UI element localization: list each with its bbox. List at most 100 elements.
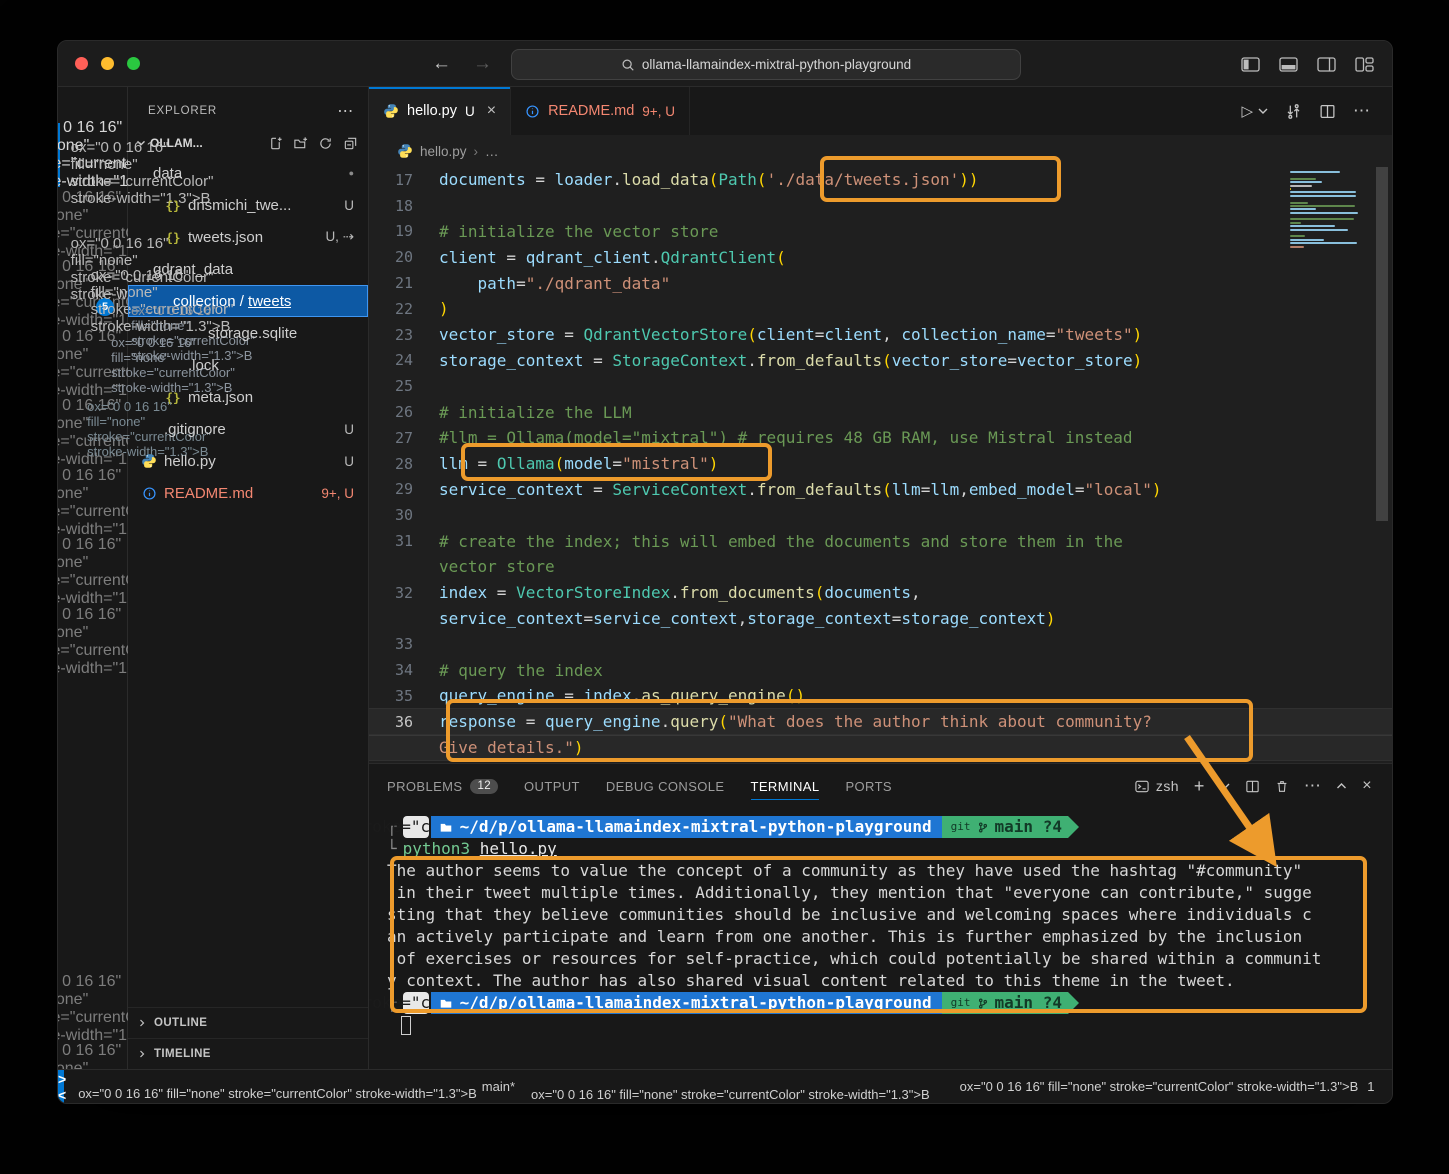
code-line-36[interactable]: 36response = query_engine.query("What do… [369,709,1392,735]
editor-scrollbar[interactable] [1374,167,1390,763]
code-line-23[interactable]: 23vector_store = QdrantVectorStore(clien… [369,322,1392,348]
panel-tab-debug-console[interactable]: DEBUG CONSOLE [606,764,725,808]
breadcrumb[interactable]: hello.py › … [369,135,1392,167]
code-text: path="./qdrant_data" [439,274,1392,293]
panel-tab-output[interactable]: OUTPUT [524,764,580,808]
close-window-button[interactable] [75,57,88,70]
window-controls[interactable] [75,57,140,70]
new-file-icon[interactable] [268,136,283,151]
code-line-21[interactable]: 21 path="./qdrant_data" [369,270,1392,296]
code-line-28[interactable]: 28llm = Ollama(model="mistral") [369,451,1392,477]
tree-item-hello-py[interactable]: hello.pyU [128,445,368,477]
sidebar-section-outline[interactable]: OUTLINE [128,1007,368,1038]
navigate-back-icon[interactable]: ← [432,53,451,75]
code-line-33[interactable]: 33 [369,631,1392,657]
navigate-forward-icon[interactable]: → [473,53,492,75]
code-line-26[interactable]: 26# initialize the LLM [369,399,1392,425]
code-line-31[interactable]: 31# create the index; this will embed th… [369,528,1392,554]
code-line-20[interactable]: 20client = qdrant_client.QdrantClient( [369,244,1392,270]
code-line-wrap[interactable]: Give details.") [369,735,1392,761]
toggle-secondary-sidebar-icon[interactable] [1317,57,1336,72]
split-terminal-icon[interactable] [1245,779,1260,794]
panel-tab-terminal[interactable]: TERMINAL [751,764,820,808]
terminal-cursor[interactable] [401,1016,411,1035]
new-terminal-icon[interactable]: + [1194,776,1205,797]
explorer-more-icon[interactable]: ⋯ [337,101,354,121]
command-center-search[interactable]: ollama-llamaindex-mixtral-python-playgro… [511,49,1021,80]
terminal-cursor-row[interactable] [387,1014,1392,1036]
tab-readme-md[interactable]: README.md9+, U [511,87,690,135]
line-number: 35 [369,687,439,705]
explorer-actions [268,136,358,151]
status-problems[interactable]: ox="0 0 16 16" fill="none" stroke="curre… [946,1079,1393,1094]
close-tab-icon[interactable]: × [487,102,496,120]
panel-tab-ports[interactable]: PORTS [845,764,892,808]
tree-item-dnsmichi-twe-[interactable]: {}dnsmichi_twe...U [128,189,368,221]
breadcrumb-file[interactable]: hello.py [420,144,467,159]
close-panel-icon[interactable]: × [1362,777,1372,795]
split-editor-icon[interactable] [1319,103,1336,120]
panel-actions: zsh + ⋯ × [1134,776,1392,797]
code-line-22[interactable]: 22) [369,296,1392,322]
activity-account[interactable]: ox="0 0 16 16" fill="none" stroke="curre… [58,977,128,1041]
sidebar-section-timeline[interactable]: TIMELINE [128,1038,368,1069]
code-line-30[interactable]: 30 [369,502,1392,528]
activity-gitlab[interactable]: ox="0 0 16 16" fill="none" stroke="curre… [58,540,128,604]
minimap[interactable] [1290,171,1370,249]
status-branch[interactable]: ox="0 0 16 16" fill="none" stroke="curre… [78,1072,515,1101]
code-line-wrap[interactable]: service_context=service_context,storage_… [369,606,1392,632]
zoom-window-button[interactable] [127,57,140,70]
warning-icon: ox="0 0 16 16" fill="none" stroke="curre… [1389,1079,1394,1094]
git-status-badge: U [344,454,354,469]
toggle-panel-icon[interactable] [1279,57,1298,72]
code-text: vector store [439,557,1392,576]
chevron-down-icon[interactable] [1220,782,1230,790]
python-icon [140,453,158,469]
panel-tab-problems[interactable]: PROBLEMS12 [387,764,498,808]
info-icon [525,104,540,119]
toggle-sidebar-icon[interactable] [1241,57,1260,72]
tree-item-data[interactable]: ox="0 0 16 16" fill="none" stroke="curre… [128,157,368,189]
status-sync[interactable]: ox="0 0 16 16" fill="none" stroke="curre… [531,1072,930,1102]
refresh-icon[interactable] [318,136,333,151]
customize-layout-icon[interactable] [1355,57,1374,72]
terminal-shell-chip[interactable]: zsh [1134,778,1179,794]
activity-testing[interactable]: ox="0 0 16 16" fill="none" stroke="curre… [58,471,128,535]
tree-item--lock[interactable]: ox="0 0 16 16" fill="none" stroke="curre… [128,349,368,381]
minimize-window-button[interactable] [101,57,114,70]
tree-item-readme-md[interactable]: README.md9+, U [128,477,368,509]
code-line-29[interactable]: 29service_context = ServiceContext.from_… [369,477,1392,503]
maximize-panel-icon[interactable] [1336,782,1347,790]
kill-terminal-icon[interactable] [1275,779,1289,794]
git-status-badge: 9+, U [321,486,354,501]
new-folder-icon[interactable] [293,136,308,151]
code-editor[interactable]: 17documents = loader.load_data(Path('./d… [369,167,1392,763]
tree-item--gitignore[interactable]: ox="0 0 16 16" fill="none" stroke="curre… [128,413,368,445]
panel-more-icon[interactable]: ⋯ [1304,776,1321,796]
code-line-34[interactable]: 34# query the index [369,657,1392,683]
code-line-25[interactable]: 25 [369,373,1392,399]
terminal-output-line: an actively participate and learn from o… [387,926,1392,948]
code-line-17[interactable]: 17documents = loader.load_data(Path('./d… [369,167,1392,193]
tab-dirty-badge: U [465,104,475,119]
open-changes-icon[interactable] [1285,103,1302,120]
code-line-19[interactable]: 19# initialize the vector store [369,219,1392,245]
code-line-32[interactable]: 32index = VectorStoreIndex.from_document… [369,580,1392,606]
python-icon [383,103,399,119]
python-icon [397,143,413,159]
collapse-all-icon[interactable] [343,136,358,151]
line-number: 22 [369,300,439,318]
code-line-24[interactable]: 24storage_context = StorageContext.from_… [369,348,1392,374]
code-line-35[interactable]: 35query_engine = index.as_query_engine() [369,683,1392,709]
scrollbar-thumb[interactable] [1376,167,1388,521]
code-line-wrap[interactable]: vector store [369,554,1392,580]
run-python-button[interactable]: ▷ [1241,102,1268,120]
code-line-27[interactable]: 27#llm = Ollama(model="mixtral") # requi… [369,425,1392,451]
activity-ci-file-gear[interactable]: ox="0 0 16 16" fill="none" stroke="curre… [58,610,128,674]
tab-hello-py[interactable]: hello.pyU× [369,87,511,135]
terminal-view[interactable]: ┌ox="0 0 16 16" fill="none" stroke="curr… [369,808,1392,1069]
more-actions-icon[interactable]: ⋯ [1353,101,1370,121]
breadcrumb-symbol[interactable]: … [485,144,499,159]
code-line-18[interactable]: 18 [369,193,1392,219]
file-tree: ox="0 0 16 16" fill="none" stroke="curre… [128,157,368,509]
